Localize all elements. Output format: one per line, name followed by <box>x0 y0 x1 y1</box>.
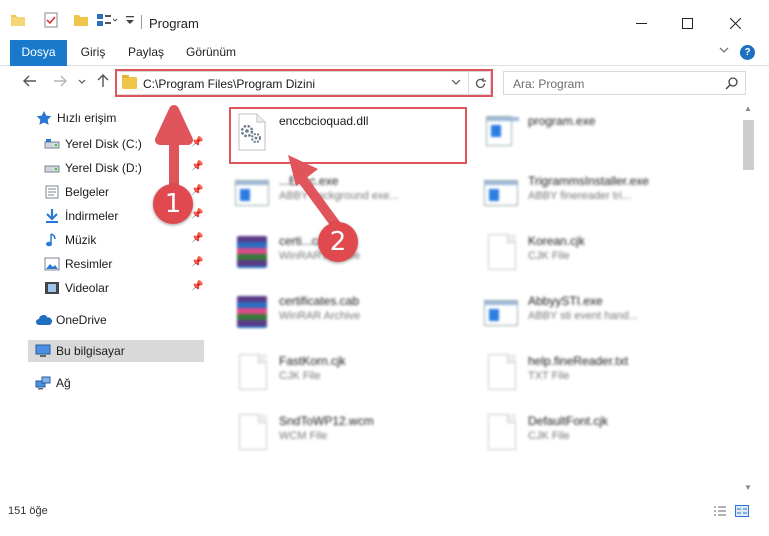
annotation-arrows <box>155 105 341 230</box>
step-2-badge: 2 <box>318 222 358 262</box>
step-1-badge: 1 <box>153 184 193 224</box>
